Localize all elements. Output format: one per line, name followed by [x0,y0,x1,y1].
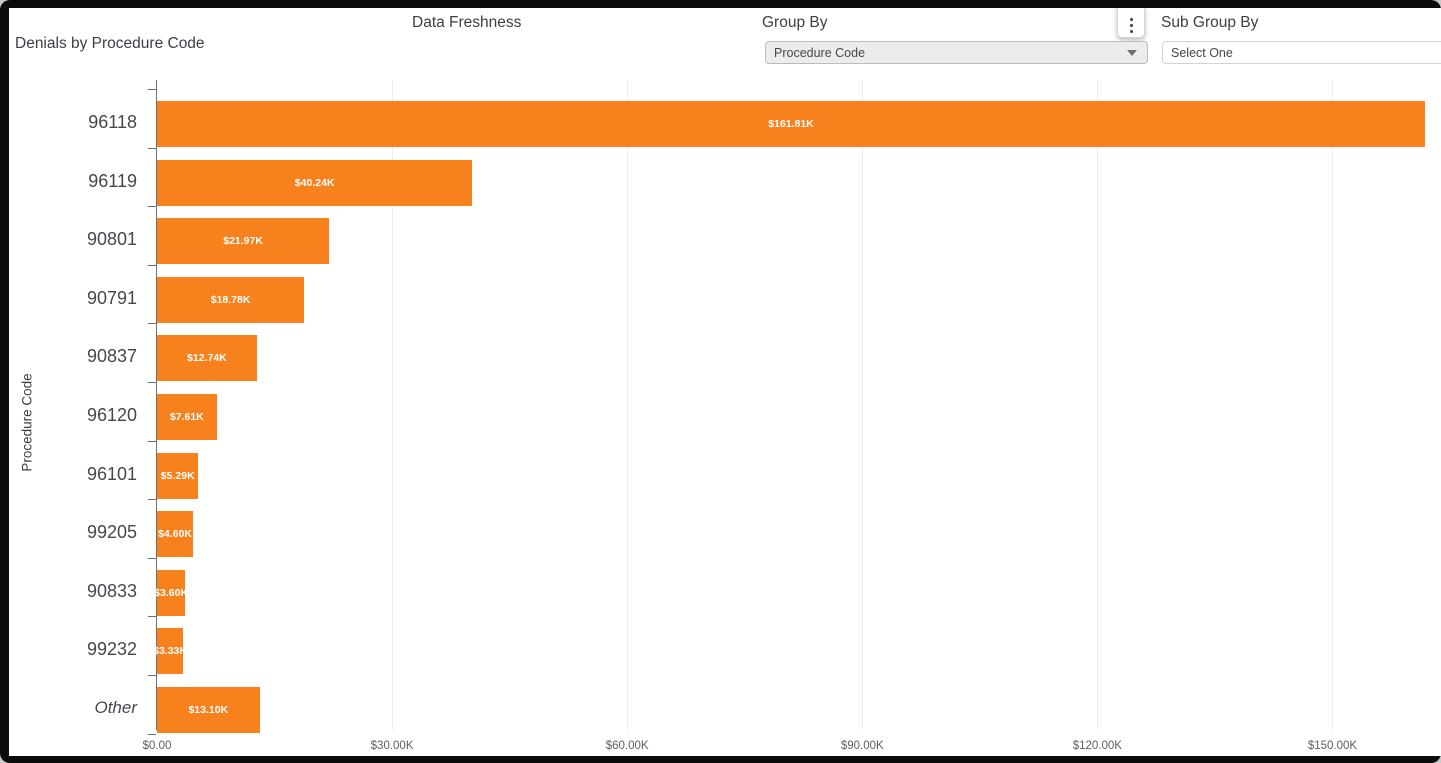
kebab-dot-3 [1129,29,1133,33]
bar[interactable] [157,101,1425,147]
y-axis-tick [148,499,156,501]
x-tick-label: $150.00K [1307,740,1358,752]
gridline [1332,80,1334,730]
bar[interactable] [157,452,199,499]
bar[interactable] [157,276,305,323]
y-axis-tick [148,675,156,676]
x-tick-label: $30.00K [370,740,414,752]
x-tick-label: $120.00K [1072,740,1122,752]
plot-area: $0.00 $30.00K $60.00K $90.00K $120.00K $150.0… [87,80,1432,752]
group-by-select[interactable]: Procedure Code [765,41,1148,64]
gridline [1097,80,1099,730]
y-axis-tick [148,382,156,383]
category-label: 96120 [86,405,137,425]
category-label: 90791 [86,287,137,308]
page-title: Denials by Procedure Code [15,35,205,52]
bar[interactable] [157,628,184,675]
category-label: Other [94,698,137,717]
category-label: 90837 [86,346,137,367]
sub-group-by-select[interactable]: Select One [1162,41,1441,64]
bar[interactable] [157,569,186,616]
dashboard-page: Denials by Procedure Code Data Freshness… [9,8,1441,756]
sub-group-by-value: Select One [1171,45,1233,60]
bar[interactable] [157,511,194,558]
category-label: 99205 [86,522,137,543]
y-axis-tick [148,733,156,735]
bar[interactable] [157,159,473,206]
bar[interactable] [157,687,260,733]
data-freshness-label: Data Freshness [412,14,522,31]
chevron-down-icon [1127,49,1137,56]
kebab-dot-1 [1129,17,1133,21]
bar[interactable] [157,335,257,382]
y-axis-tick [148,147,156,149]
y-axis-tick [148,440,156,442]
kebab-dot-2 [1129,23,1133,27]
bar[interactable] [157,218,330,265]
sub-group-by-label: Sub Group By [1161,14,1259,31]
gridline [862,80,864,730]
bar[interactable] [157,394,217,440]
y-axis-tick [148,264,156,266]
category-label: 96118 [88,112,137,132]
category-label: 90833 [86,580,137,601]
kebab-menu-icon[interactable] [1117,8,1145,38]
denials-bar-chart: Procedure Code $0.00 $30.00K $60.00K $90.00… [9,70,1441,756]
y-axis-tick [148,323,156,325]
category-label: 96119 [88,170,137,191]
y-axis-tick [148,89,156,90]
x-tick-label: $0.00 [142,740,172,752]
category-label: 90801 [86,229,137,250]
x-tick-label: $90.00K [840,740,884,752]
category-label: 99232 [86,639,137,660]
group-by-value: Procedure Code [774,45,866,60]
group-by-label: Group By [762,14,828,31]
category-label: 96101 [86,463,137,484]
x-tick-label: $60.00K [605,740,649,752]
y-axis-tick [148,206,156,208]
window-frame: Denials by Procedure Code Data Freshness… [0,0,1441,763]
y-axis-tick [148,616,156,618]
y-axis-tick [148,557,156,559]
gridline [627,80,629,730]
